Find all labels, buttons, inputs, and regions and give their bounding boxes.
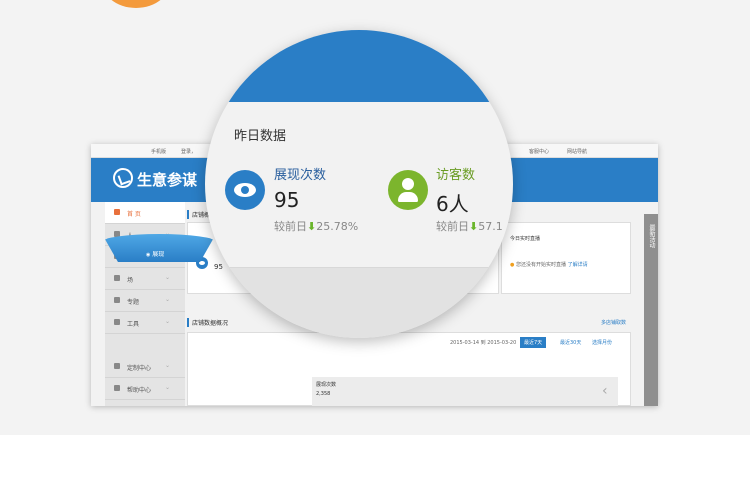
- sidebar-item-help[interactable]: 帮助中心 ⌄: [105, 378, 185, 400]
- orange-decoration: [100, 0, 172, 8]
- zoom-bottom-area: [205, 268, 513, 338]
- visitors-compare: 较前日⬇57.1: [436, 220, 503, 233]
- sidebar-item-scene[interactable]: 场 ⌄: [105, 268, 185, 290]
- chevron-down-icon: ⌄: [165, 362, 171, 369]
- compass-icon: [113, 168, 133, 188]
- topic-icon: [114, 297, 120, 303]
- eye-icon: [225, 170, 265, 210]
- impressions-value: 95: [274, 188, 300, 212]
- custom-icon: [114, 363, 120, 369]
- home-icon: [114, 209, 120, 215]
- sidebar-item-tools[interactable]: 工具 ⌄: [105, 312, 185, 334]
- sidebar-item-home[interactable]: 首 页: [105, 202, 185, 224]
- bottom-band: [0, 435, 750, 488]
- metric-value: 2,358: [316, 391, 331, 397]
- impressions-label: 展现次数: [274, 168, 327, 183]
- recent-30-days-button[interactable]: 最近30天: [560, 339, 581, 346]
- latest-activity-tab[interactable]: 最新活动: [644, 214, 658, 406]
- visitors-label: 访客数: [436, 168, 476, 183]
- tool-icon: [114, 319, 120, 325]
- chevron-down-icon: ⌄: [165, 296, 171, 303]
- chevron-down-icon: ⌄: [165, 274, 171, 281]
- login-link[interactable]: 登录，: [181, 148, 196, 155]
- funnel-label: ◉ 展现: [146, 251, 165, 258]
- chevron-down-icon: ⌄: [165, 318, 171, 325]
- impressions-compare: 较前日⬇25.78%: [274, 220, 359, 233]
- yesterday-data-title: 昨日数据: [234, 129, 287, 144]
- sidebar: 首 页 人 ⌄ 货 ⌄ 场 ⌄ 专题 ⌄ 工具 ⌄ 定制中心: [105, 202, 185, 406]
- realtime-panel: 今日实时直播 ● 您还没有开始实时直播 了解详请: [501, 222, 631, 294]
- store-icon: [114, 275, 120, 281]
- chevron-down-icon: ⌄: [165, 384, 171, 391]
- arrow-down-icon: ⬇: [469, 220, 479, 233]
- shop-data-panel: 2015-03-14 到 2015-03-20 最近7天 最近30天 选择月份 …: [187, 332, 631, 406]
- realtime-learn-link[interactable]: 了解详请: [568, 262, 588, 268]
- user-icon: [388, 170, 428, 210]
- app-logo[interactable]: 生意参谋: [137, 169, 197, 190]
- sidebar-item-custom[interactable]: 定制中心 ⌄: [105, 356, 185, 378]
- date-range: 2015-03-14 到 2015-03-20: [450, 340, 517, 346]
- chevron-left-icon[interactable]: ‹: [602, 383, 608, 399]
- multi-shop-link[interactable]: 多店铺取数: [601, 319, 626, 326]
- sidebar-item-topic[interactable]: 专题 ⌄: [105, 290, 185, 312]
- visitors-value: 6人: [436, 192, 469, 216]
- magnifier-zoom: 昨日数据 展现次数 95 较前日⬇25.78% 访客数 6人 较前日⬇57.1: [205, 30, 513, 338]
- zoom-header-band: [205, 30, 513, 102]
- eye-icon: ◉: [146, 252, 151, 258]
- metric-row: 展现次数 2,358 ‹: [312, 377, 618, 406]
- recent-7-days-button[interactable]: 最近7天: [520, 337, 547, 348]
- realtime-notice: ● 您还没有开始实时直播 了解详请: [510, 262, 588, 268]
- service-link[interactable]: 客服中心: [529, 148, 549, 155]
- select-month-dropdown[interactable]: 选择月份: [592, 339, 612, 346]
- mobile-link[interactable]: 手机版: [151, 148, 166, 155]
- site-nav-link[interactable]: 网站导航: [567, 148, 587, 155]
- realtime-title: 今日实时直播: [510, 236, 541, 242]
- arrow-down-icon: ⬇: [307, 220, 317, 233]
- help-icon: [114, 385, 120, 391]
- metric-label: 展现次数: [316, 382, 337, 388]
